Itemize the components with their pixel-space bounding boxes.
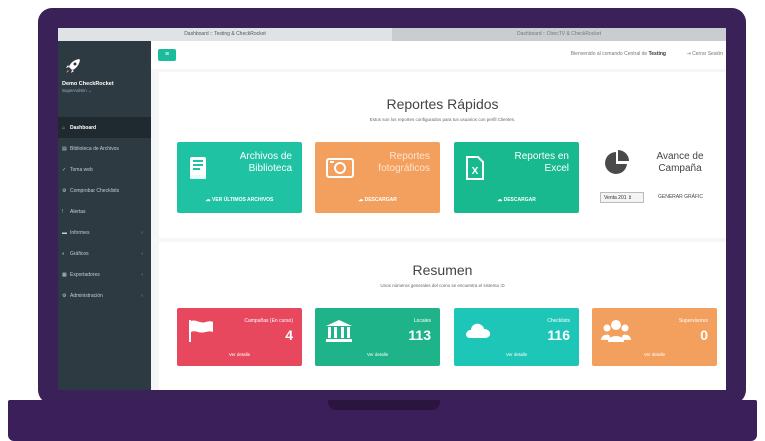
sidebar-item-comprobar[interactable]: ⚙ Comprobar Checklists: [58, 180, 151, 201]
stat-label: Locales: [413, 318, 431, 324]
reportes-excel-card[interactable]: X Reportes en Excel ☁ DESCARGAR: [454, 142, 579, 213]
avance-campana-widget: Avance de Campaña Venta 201 ⇕ GENERAR GR…: [598, 144, 716, 212]
sidebar-item-graficos[interactable]: ◐ Gráficos ‹: [58, 243, 151, 264]
reportes-subtitle: Estos son los reportes configurados para…: [369, 117, 516, 122]
browser-tab-bar: Dashboard :: Testing & CheckRocket Dashb…: [58, 28, 726, 41]
avance-title: Avance de Campaña: [656, 151, 704, 174]
bank-icon: [324, 318, 354, 344]
descargar-excel-link[interactable]: ☁ DESCARGAR: [454, 197, 579, 203]
stat-value: 113: [408, 327, 431, 343]
checklists-card[interactable]: Checklists 116 Ver detalle: [454, 308, 579, 366]
campanas-card[interactable]: Campañas (En curso) 4 Ver detalle: [177, 308, 302, 366]
ver-ultimos-archivos-link[interactable]: ☁ VER ÚLTIMOS ARCHIVOS: [177, 197, 302, 203]
rocket-icon[interactable]: [64, 57, 82, 75]
generar-grafico-button[interactable]: GENERAR GRÁFIC: [658, 194, 703, 200]
stat-value: 4: [285, 327, 293, 343]
ver-detalle-link[interactable]: Ver detalle: [315, 352, 440, 357]
svg-text:X: X: [472, 166, 479, 177]
card-title: Reportes en Excel: [514, 151, 569, 174]
menu-toggle-button[interactable]: ≡: [158, 49, 176, 61]
sidebar-item-biblioteca[interactable]: ▤ Biblioteca de Archivos: [58, 138, 151, 159]
top-bar: ≡ Bienvenido al comando Central de Testi…: [151, 41, 726, 69]
resumen-subtitle: Unos números generales del como se encue…: [380, 283, 505, 288]
sidebar-item-label: Dashboard: [70, 124, 97, 131]
sidebar-item-administracion[interactable]: ⚙ Administración ‹: [58, 285, 151, 306]
cloud-icon: [463, 318, 493, 344]
ver-detalle-link[interactable]: Ver detalle: [454, 352, 579, 357]
sidebar-item-toma-web[interactable]: ✓ Toma web: [58, 159, 151, 180]
welcome-name: Testing: [648, 51, 666, 57]
stat-label: Campañas (En curso): [244, 318, 293, 324]
sidebar-item-exportadores[interactable]: ▦ Exportadores ‹: [58, 264, 151, 285]
welcome-message: Bienvenido al comando Central de Testing: [571, 51, 666, 57]
menu-icon: ≡: [164, 51, 170, 58]
sidebar-item-label: Informes: [70, 229, 90, 236]
sidebar-item-dashboard[interactable]: ⌂ Dashboard: [58, 117, 151, 138]
descargar-fotograficos-link[interactable]: ☁ DESCARGAR: [315, 197, 440, 203]
chevron-left-icon: ‹: [141, 271, 143, 278]
archivos-biblioteca-card[interactable]: Archivos de Biblioteca ☁ VER ÚLTIMOS ARC…: [177, 142, 302, 213]
pie-chart-icon: [603, 149, 631, 177]
chart-icon: ◐: [62, 250, 66, 257]
stat-value: 116: [547, 327, 570, 343]
gear-icon: ⚙: [62, 187, 67, 194]
browser-tab-directv[interactable]: Dashboard :: DirecTV & CheckRocket: [392, 28, 726, 41]
sidebar-item-alertas[interactable]: ! Alertas: [58, 201, 151, 222]
logout-label: Cerrar Sesión: [692, 51, 723, 57]
logout-link[interactable]: ⇥ Cerrar Sesión: [687, 51, 723, 57]
stat-value: 0: [700, 327, 708, 343]
resumen-title: Resumen: [412, 262, 473, 278]
report-icon: ▬: [62, 229, 67, 236]
sidebar-item-label: Toma web: [70, 166, 93, 173]
sidebar-item-label: Comprobar Checklists: [70, 187, 120, 194]
users-icon: [601, 318, 631, 344]
check-icon: ✓: [62, 166, 67, 173]
chevron-left-icon: ‹: [141, 250, 143, 257]
stat-label: Checklists: [547, 318, 570, 324]
export-icon: ▦: [62, 271, 67, 278]
browser-tab-testing[interactable]: Dashboard :: Testing & CheckRocket: [58, 28, 392, 41]
sidebar-item-informes[interactable]: ▬ Informes ‹: [58, 222, 151, 243]
ver-detalle-link[interactable]: Ver detalle: [592, 352, 717, 357]
sidebar-nav: ⌂ Dashboard ▤ Biblioteca de Archivos ✓ T…: [58, 117, 151, 306]
sidebar-item-label: Exportadores: [70, 271, 100, 278]
stat-label: Supervisores: [678, 318, 708, 324]
sidebar: Demo CheckRocket SuperAdmin ⌄ ⌂ Dashboar…: [58, 41, 151, 390]
camera-icon: [325, 155, 355, 181]
book-icon: ▤: [62, 145, 67, 152]
alert-icon: !: [62, 208, 64, 215]
sidebar-item-label: Administración: [70, 292, 103, 299]
reportes-fotograficos-card[interactable]: Reportes fotográficos ☁ DESCARGAR: [315, 142, 440, 213]
user-role-dropdown[interactable]: SuperAdmin ⌄: [62, 88, 92, 94]
home-icon: ⌂: [62, 124, 66, 131]
admin-icon: ⚙: [62, 292, 67, 299]
sidebar-item-label: Biblioteca de Archivos: [70, 145, 119, 152]
supervisores-card[interactable]: Supervisores 0 Ver detalle: [592, 308, 717, 366]
card-title: Archivos de Biblioteca: [239, 151, 292, 174]
card-title: Reportes fotográficos: [378, 151, 430, 174]
excel-icon: X: [464, 155, 486, 181]
laptop-notch: [328, 400, 440, 410]
sidebar-item-label: Alertas: [70, 208, 86, 215]
welcome-prefix: Bienvenido al comando Central de: [570, 51, 648, 57]
chevron-left-icon: ‹: [141, 229, 143, 236]
brand-name: Demo CheckRocket: [62, 81, 114, 87]
campaign-select[interactable]: Venta 201 ⇕: [600, 192, 644, 203]
flag-icon: [186, 318, 216, 344]
reportes-title: Reportes Rápidos: [386, 96, 499, 112]
locales-card[interactable]: Locales 113 Ver detalle: [315, 308, 440, 366]
sidebar-item-label: Gráficos: [70, 250, 89, 257]
book-icon: [187, 155, 209, 181]
chevron-left-icon: ‹: [141, 292, 143, 299]
ver-detalle-link[interactable]: Ver detalle: [177, 352, 302, 357]
